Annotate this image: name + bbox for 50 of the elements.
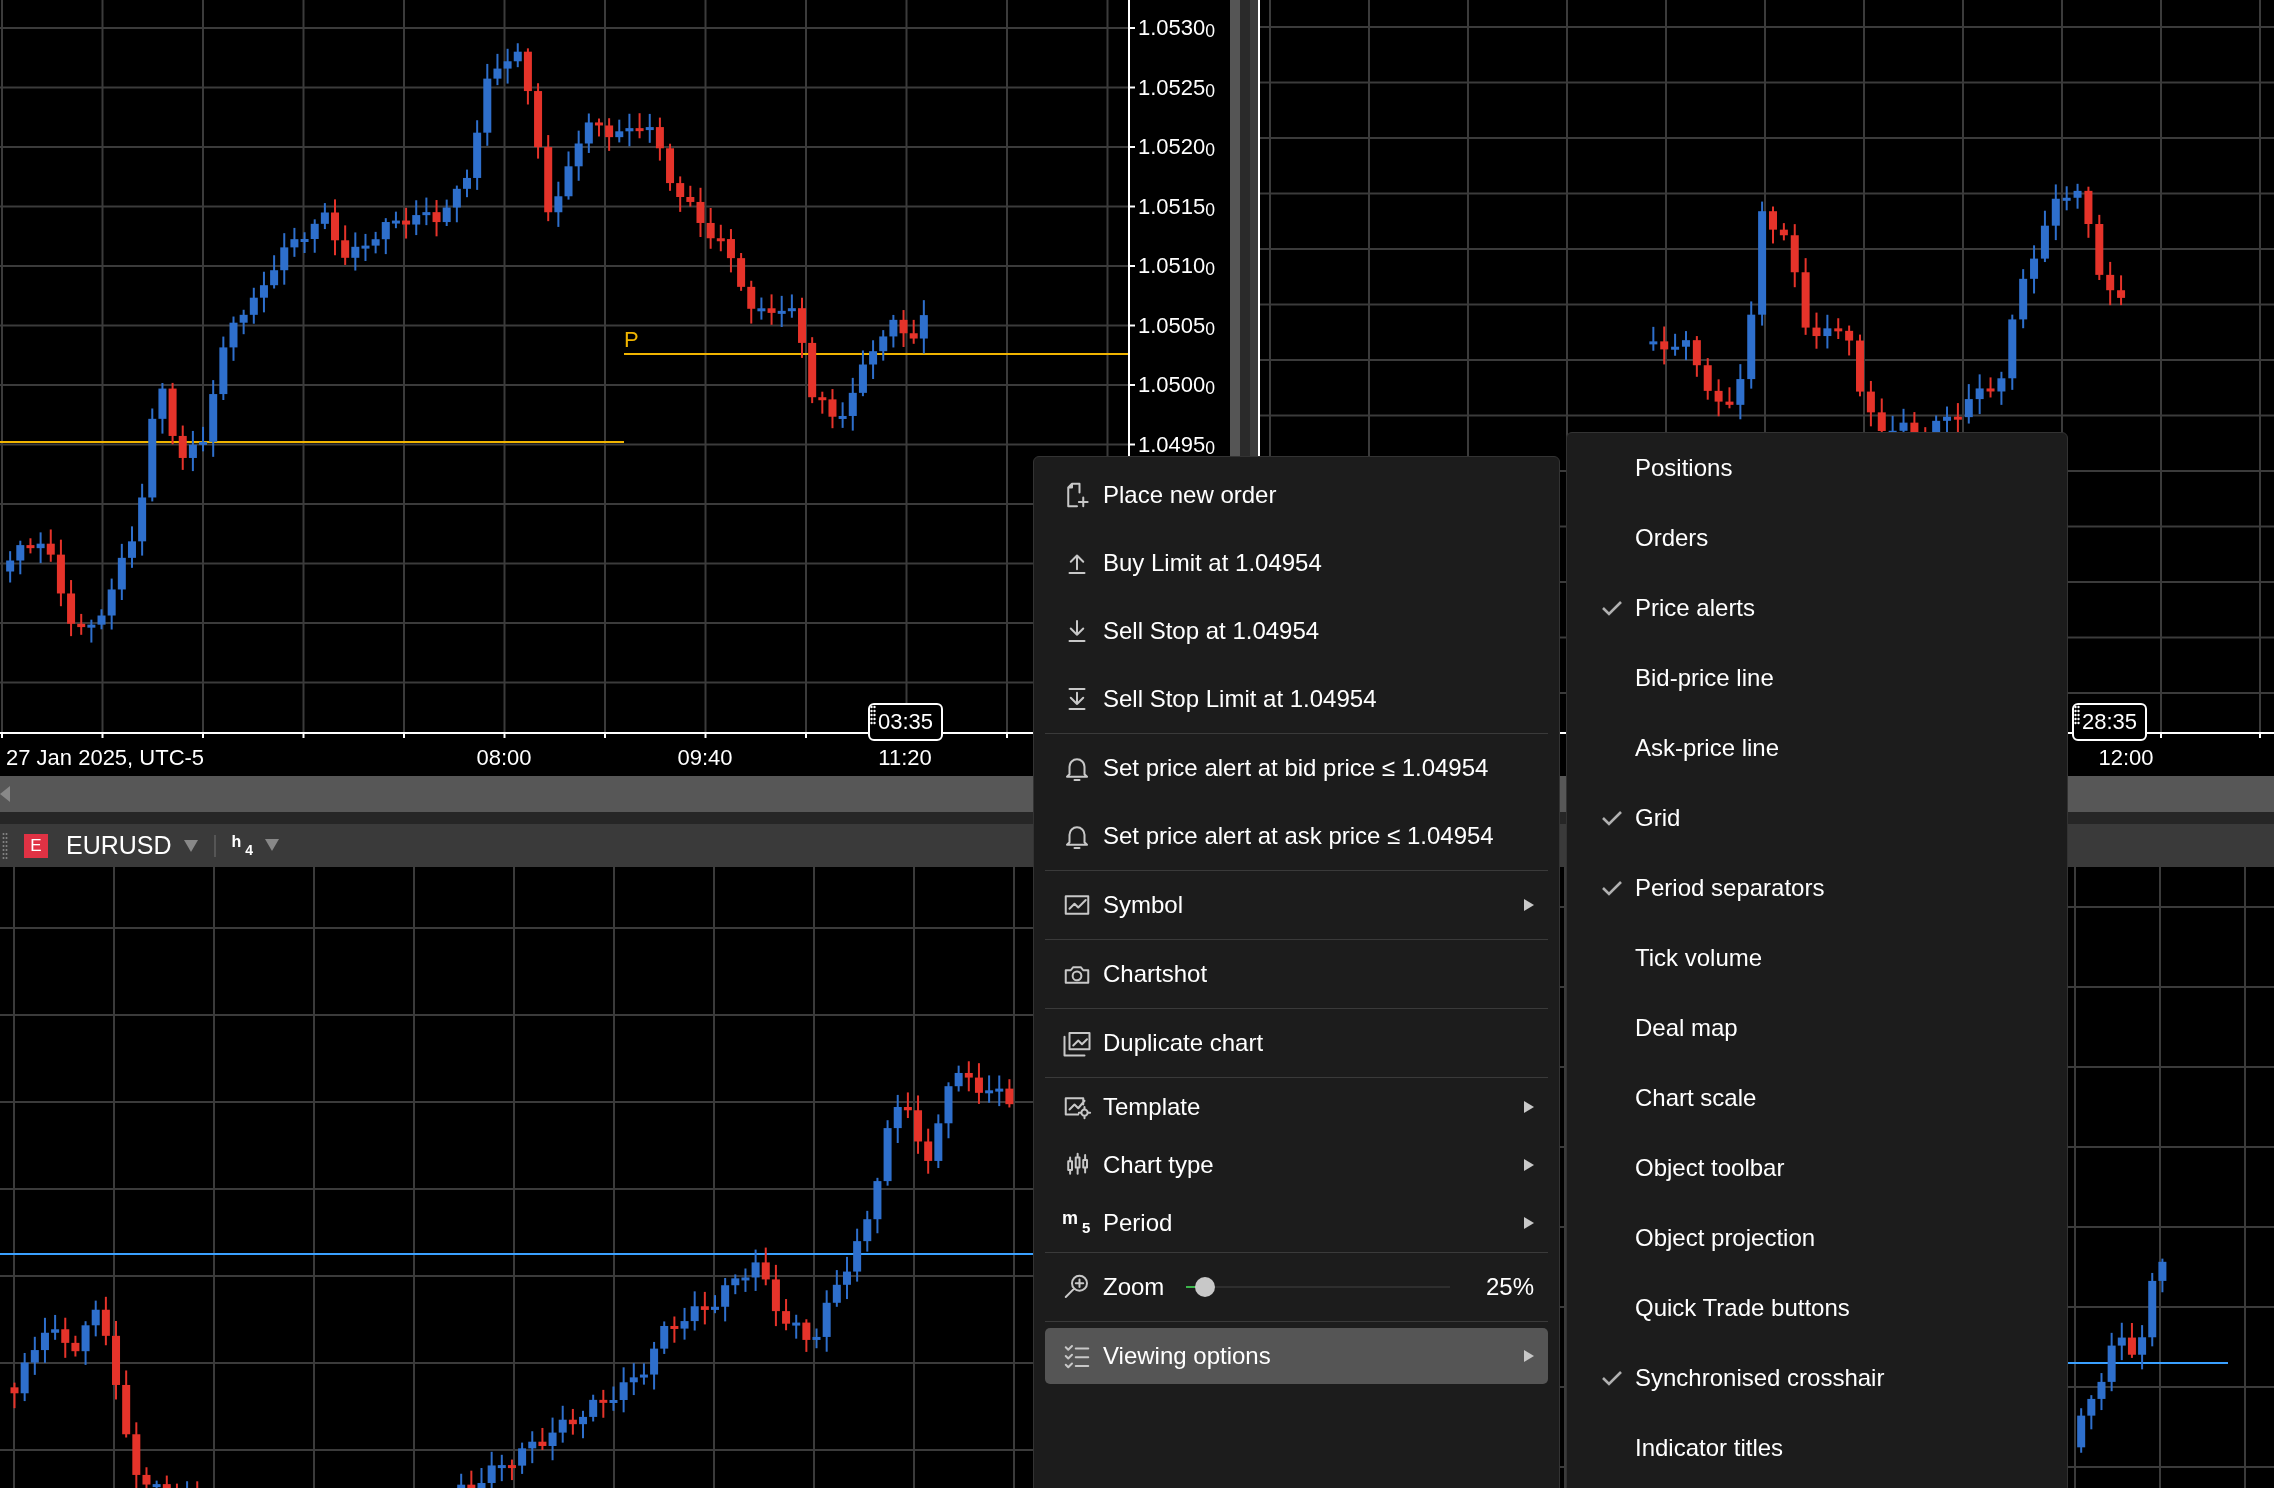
menu-item[interactable]: Set price alert at bid price ≤ 1.04954 — [1045, 740, 1548, 796]
menu-item[interactable]: Template — [1045, 1084, 1548, 1130]
price-axis-label: 1.0495$_{0}$ — [1138, 431, 1216, 460]
menu-item[interactable]: Grid — [1567, 783, 2067, 853]
menu-item[interactable]: Symbol — [1045, 877, 1548, 933]
zoom-label: Zoom — [1103, 1273, 1165, 1301]
time-axis-label: 09:40 — [677, 745, 733, 771]
menu-item[interactable]: Chartshot — [1045, 946, 1548, 1002]
menu-item[interactable]: Set price alert at ask price ≤ 1.04954 — [1045, 808, 1548, 864]
menu-item[interactable]: Price alerts — [1567, 573, 2067, 643]
price-axis-label: 1.0500$_{0}$ — [1138, 372, 1216, 401]
menu-item[interactable]: Indicator titles — [1567, 1413, 2067, 1483]
menu-item[interactable]: Object projection — [1567, 1203, 2067, 1273]
symbol-badge: E — [24, 833, 48, 858]
crosshair-time-label: 28:35 — [2072, 703, 2148, 741]
menu-item[interactable]: Object toolbar — [1567, 1133, 2067, 1203]
menu-item[interactable]: Sell Stop at 1.04954 — [1045, 603, 1548, 659]
price-axis-label: 1.0520$_{0}$ — [1138, 134, 1216, 163]
zoom-value: 25% — [1485, 1273, 1534, 1301]
menu-item[interactable]: Duplicate chart — [1045, 1015, 1548, 1071]
menu-item[interactable]: Deal map — [1567, 993, 2067, 1063]
menu-item[interactable]: Viewing options — [1045, 1328, 1548, 1384]
menu-item[interactable]: Period separators — [1567, 853, 2067, 923]
time-axis-label: 11:20 — [878, 745, 932, 771]
price-axis-label: 1.0530$_{0}$ — [1138, 15, 1216, 44]
time-axis-label: 08:00 — [476, 745, 532, 771]
crosshair-time-label: 03:35 — [868, 703, 944, 741]
price-axis-label: 1.0510$_{0}$ — [1138, 253, 1216, 282]
menu-item[interactable]: m $_{5}$ Period — [1045, 1200, 1548, 1246]
time-axis-label: 27 Jan 2025, UTC-5 — [6, 745, 205, 771]
menu-item[interactable]: Synchronised crosshair — [1567, 1343, 2067, 1413]
menu-item[interactable]: Tick volume — [1567, 923, 2067, 993]
timeframe-label: m $_{5}$ — [1062, 1208, 1091, 1238]
price-axis-label: 1.0505$_{0}$ — [1138, 312, 1216, 341]
time-axis-label: 12:00 — [2098, 745, 2154, 771]
menu-item[interactable]: Place new order — [1045, 467, 1548, 523]
menu-item[interactable]: Quick Trade buttons — [1567, 1273, 2067, 1343]
menu-item[interactable]: Buy Limit at 1.04954 — [1045, 535, 1548, 591]
price-axis-label: 1.0525$_{0}$ — [1138, 74, 1216, 103]
price-line-label: P — [624, 328, 639, 352]
period-button[interactable]: h $_{4}$ — [225, 828, 286, 863]
menu-item[interactable]: Sell Stop Limit at 1.04954 — [1045, 671, 1548, 727]
menu-item[interactable]: Chart scale — [1567, 1063, 2067, 1133]
symbol-button[interactable]: EURUSD — [60, 827, 204, 864]
menu-item[interactable]: Bid-price line — [1567, 643, 2067, 713]
menu-item[interactable]: Ask-price line — [1567, 713, 2067, 783]
menu-item[interactable]: Positions — [1567, 433, 2067, 503]
menu-item[interactable]: Chart type — [1045, 1142, 1548, 1188]
menu-item[interactable]: Orders — [1567, 503, 2067, 573]
price-axis-label: 1.0515$_{0}$ — [1138, 193, 1216, 222]
